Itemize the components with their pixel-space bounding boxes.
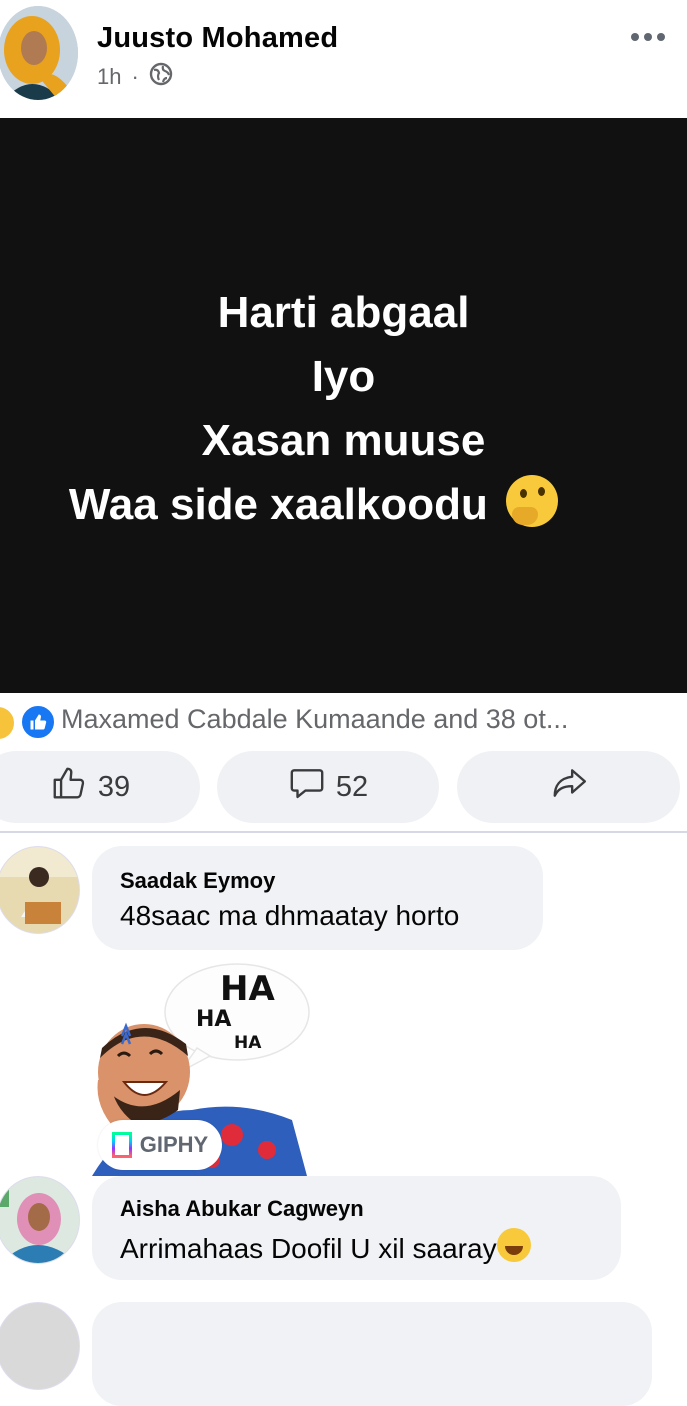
author-avatar[interactable]: [0, 6, 78, 100]
giphy-label: GIPHY: [139, 1132, 209, 1157]
comment-bubble[interactable]: [92, 1302, 652, 1406]
giphy-badge[interactable]: GIPHY: [98, 1120, 222, 1170]
post-text-line-4: Waa side xaalkoodu: [0, 473, 687, 537]
commenter-name[interactable]: Aisha Abukar Cagweyn: [120, 1196, 364, 1222]
section-divider: [0, 831, 687, 833]
post-text-line: Waa side xaalkoodu: [68, 480, 488, 529]
comment-count: 52: [335, 770, 369, 803]
commenter-avatar[interactable]: [0, 1176, 80, 1264]
dot: [644, 33, 652, 41]
post-header: Juusto Mohamed 1h ·: [0, 0, 687, 118]
comment-bubble-icon: [288, 764, 326, 810]
tears-of-joy-emoji: [496, 1228, 531, 1262]
commenter-avatar[interactable]: [0, 846, 80, 934]
comment-text: 48saac ma dhmaatay horto: [120, 900, 460, 931]
meta-separator: ·: [131, 64, 139, 89]
comment-button[interactable]: 52: [217, 751, 439, 823]
dot: [657, 33, 665, 41]
post-text-line: Harti abgaal: [217, 288, 470, 337]
comment-bubble[interactable]: Saadak Eymoy 48saac ma dhmaatay horto: [92, 846, 543, 950]
like-reaction-icon: [20, 704, 56, 740]
commenter-avatar[interactable]: [0, 1302, 80, 1390]
reactions-summary[interactable]: Maxamed Cabdale Kumaande and 38 ot...: [0, 700, 687, 741]
post-text: Harti abgaal Iyo Xasan muuse Waa side xa…: [0, 281, 687, 537]
post-text-line: Iyo: [311, 352, 376, 401]
like-button[interactable]: 39: [0, 751, 200, 823]
share-button[interactable]: [457, 751, 680, 823]
post-text-line: Xasan muuse: [201, 416, 486, 465]
gif-text-ha: HA: [234, 1033, 262, 1053]
more-options-button[interactable]: [631, 26, 671, 48]
like-count: 39: [97, 770, 131, 803]
share-arrow-icon: [550, 764, 588, 810]
gif-text-ha: HA: [220, 969, 275, 1009]
comment-text: Arrimahaas Doofil U xil saaray: [120, 1233, 497, 1264]
post-meta: 1h ·: [97, 62, 173, 92]
globe-icon: [149, 62, 173, 92]
thumbs-up-icon: [50, 764, 88, 810]
commenter-name[interactable]: Saadak Eymoy: [120, 868, 275, 894]
dot: [631, 33, 639, 41]
thinking-face-emoji: [506, 475, 559, 527]
haha-reaction-icon: [0, 705, 16, 741]
post-time[interactable]: 1h: [97, 64, 121, 90]
comment-bubble[interactable]: Aisha Abukar Cagweyn Arrimahaas Doofil U…: [92, 1176, 621, 1280]
reactions-text[interactable]: Maxamed Cabdale Kumaande and 38 ot...: [61, 704, 568, 735]
gif-text-ha: HA: [196, 1007, 231, 1032]
comment-text-row: Arrimahaas Doofil U xil saaray: [120, 1228, 531, 1265]
giphy-logo-icon: [111, 1132, 132, 1158]
author-name[interactable]: Juusto Mohamed: [97, 22, 338, 55]
